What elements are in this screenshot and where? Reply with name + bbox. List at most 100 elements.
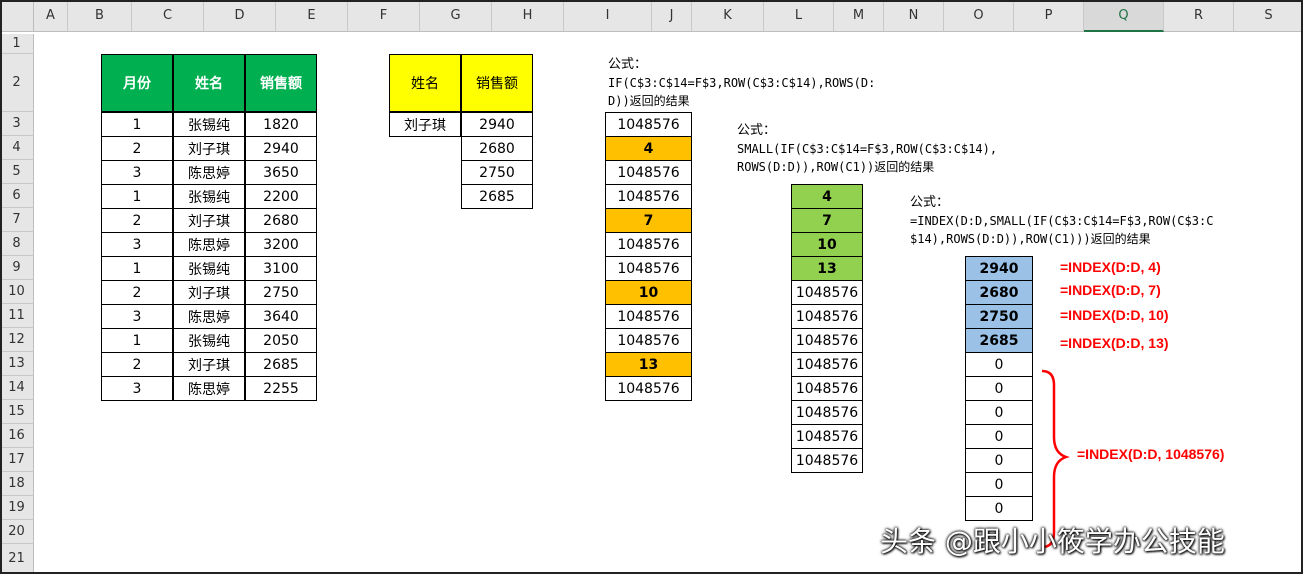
table1-cell[interactable]: 刘子琪	[173, 136, 245, 161]
row-header-15[interactable]: 15	[0, 400, 34, 424]
column-header-h[interactable]: H	[492, 0, 564, 32]
table1-cell[interactable]: 3100	[245, 256, 317, 281]
table1-cell[interactable]: 1	[101, 328, 173, 353]
table1-cell[interactable]: 2	[101, 352, 173, 377]
select-all-corner[interactable]	[0, 0, 34, 32]
small-result-cell[interactable]: 1048576	[791, 448, 863, 473]
if-result-cell[interactable]: 1048576	[605, 328, 692, 353]
if-result-cell[interactable]: 1048576	[605, 184, 692, 209]
column-header-k[interactable]: K	[692, 0, 764, 32]
table1-cell[interactable]: 张锡纯	[173, 112, 245, 137]
if-result-cell[interactable]: 1048576	[605, 256, 692, 281]
table1-cell[interactable]: 1	[101, 184, 173, 209]
row-header-20[interactable]: 20	[0, 520, 34, 544]
row-header-11[interactable]: 11	[0, 304, 34, 328]
column-header-c[interactable]: C	[132, 0, 204, 32]
table1-cell[interactable]: 2940	[245, 136, 317, 161]
table1-cell[interactable]: 1	[101, 112, 173, 137]
row-header-12[interactable]: 12	[0, 328, 34, 352]
index-result-cell[interactable]: 0	[965, 472, 1033, 497]
table1-cell[interactable]: 陈思婷	[173, 376, 245, 401]
table1-cell[interactable]: 3	[101, 376, 173, 401]
row-header-10[interactable]: 10	[0, 280, 34, 304]
row-header-13[interactable]: 13	[0, 352, 34, 376]
table1-cell[interactable]: 2255	[245, 376, 317, 401]
column-header-e[interactable]: E	[276, 0, 348, 32]
if-result-cell[interactable]: 1048576	[605, 160, 692, 185]
table1-cell[interactable]: 张锡纯	[173, 328, 245, 353]
table1-cell[interactable]: 陈思婷	[173, 304, 245, 329]
small-result-cell[interactable]: 1048576	[791, 352, 863, 377]
column-header-l[interactable]: L	[764, 0, 834, 32]
column-header-i[interactable]: I	[564, 0, 652, 32]
column-header-s[interactable]: S	[1234, 0, 1303, 32]
row-header-16[interactable]: 16	[0, 424, 34, 448]
index-result-cell[interactable]: 2685	[965, 328, 1033, 353]
small-result-cell[interactable]: 7	[791, 208, 863, 233]
index-result-cell[interactable]: 0	[965, 352, 1033, 377]
table1-header-cell[interactable]: 姓名	[173, 54, 245, 112]
column-header-a[interactable]: A	[34, 0, 68, 32]
row-header-7[interactable]: 7	[0, 208, 34, 232]
index-result-cell[interactable]: 2940	[965, 256, 1033, 281]
index-result-cell[interactable]: 0	[965, 400, 1033, 425]
column-header-r[interactable]: R	[1164, 0, 1234, 32]
table1-cell[interactable]: 2	[101, 280, 173, 305]
if-result-cell[interactable]: 1048576	[605, 304, 692, 329]
table2-header-name[interactable]: 姓名	[389, 54, 461, 112]
table1-cell[interactable]: 3	[101, 160, 173, 185]
table1-header-cell[interactable]: 销售额	[245, 54, 317, 112]
index-result-cell[interactable]: 0	[965, 376, 1033, 401]
if-result-cell[interactable]: 1048576	[605, 376, 692, 401]
column-header-m[interactable]: M	[834, 0, 884, 32]
column-header-n[interactable]: N	[884, 0, 944, 32]
row-header-17[interactable]: 17	[0, 448, 34, 472]
column-header-b[interactable]: B	[68, 0, 132, 32]
table1-cell[interactable]: 2685	[245, 352, 317, 377]
if-result-cell[interactable]: 4	[605, 136, 692, 161]
column-header-p[interactable]: P	[1014, 0, 1084, 32]
if-result-cell[interactable]: 7	[605, 208, 692, 233]
row-header-2[interactable]: 2	[0, 54, 34, 112]
table1-cell[interactable]: 陈思婷	[173, 232, 245, 257]
column-header-j[interactable]: J	[652, 0, 692, 32]
small-result-cell[interactable]: 1048576	[791, 376, 863, 401]
small-result-cell[interactable]: 1048576	[791, 400, 863, 425]
column-header-d[interactable]: D	[204, 0, 276, 32]
table1-header-cell[interactable]: 月份	[101, 54, 173, 112]
small-result-cell[interactable]: 13	[791, 256, 863, 281]
row-header-5[interactable]: 5	[0, 160, 34, 184]
table1-cell[interactable]: 3	[101, 232, 173, 257]
row-header-19[interactable]: 19	[0, 496, 34, 520]
table1-cell[interactable]: 2200	[245, 184, 317, 209]
if-result-cell[interactable]: 13	[605, 352, 692, 377]
index-result-cell[interactable]: 2750	[965, 304, 1033, 329]
table1-cell[interactable]: 2050	[245, 328, 317, 353]
table2-value-cell[interactable]: 2750	[461, 160, 533, 185]
table1-cell[interactable]: 3200	[245, 232, 317, 257]
table1-cell[interactable]: 刘子琪	[173, 352, 245, 377]
table2-value-cell[interactable]: 2940	[461, 112, 533, 137]
column-header-q[interactable]: Q	[1084, 0, 1164, 32]
if-result-cell[interactable]: 1048576	[605, 112, 692, 137]
row-header-3[interactable]: 3	[0, 112, 34, 136]
column-header-f[interactable]: F	[348, 0, 420, 32]
small-result-cell[interactable]: 1048576	[791, 424, 863, 449]
table1-cell[interactable]: 2750	[245, 280, 317, 305]
index-result-cell[interactable]: 0	[965, 496, 1033, 521]
table1-cell[interactable]: 1	[101, 256, 173, 281]
table1-cell[interactable]: 3650	[245, 160, 317, 185]
row-header-1[interactable]: 1	[0, 34, 34, 54]
table2-header-sales[interactable]: 销售额	[461, 54, 533, 112]
small-result-cell[interactable]: 1048576	[791, 328, 863, 353]
small-result-cell[interactable]: 1048576	[791, 304, 863, 329]
index-result-cell[interactable]: 0	[965, 424, 1033, 449]
table1-cell[interactable]: 刘子琪	[173, 280, 245, 305]
row-header-4[interactable]: 4	[0, 136, 34, 160]
if-result-cell[interactable]: 10	[605, 280, 692, 305]
table2-name-cell[interactable]: 刘子琪	[389, 112, 461, 137]
row-header-8[interactable]: 8	[0, 232, 34, 256]
row-header-21[interactable]: 21	[0, 544, 34, 574]
column-header-o[interactable]: O	[944, 0, 1014, 32]
small-result-cell[interactable]: 10	[791, 232, 863, 257]
